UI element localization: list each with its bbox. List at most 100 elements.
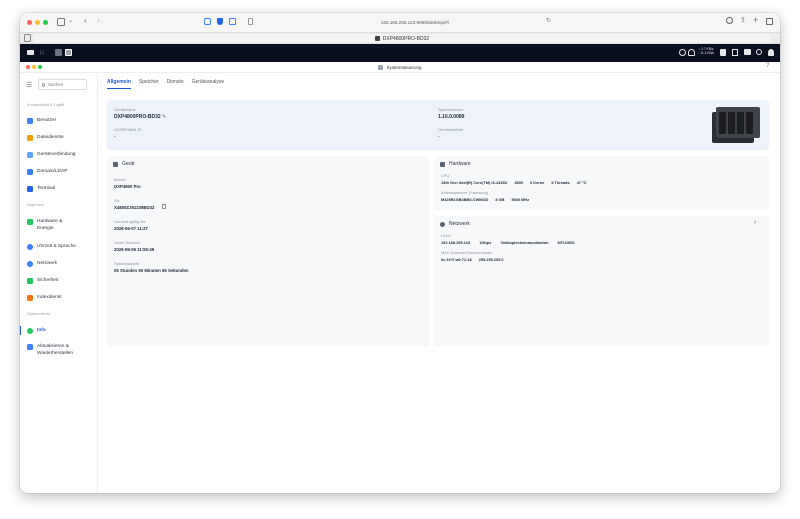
app-close-button[interactable] [26, 65, 30, 69]
close-window-button[interactable] [27, 20, 32, 25]
sidebar-group-heading: Allgemein [27, 203, 44, 207]
shield-icon [27, 277, 33, 284]
sidebar-item-benutzer[interactable]: Benutzer [27, 117, 56, 124]
cpu-cores: 6 Kerne [530, 180, 545, 185]
sidebar-item-label: Hardware & Energie [37, 219, 63, 231]
app-minimize-button[interactable] [32, 65, 36, 69]
network-speed: ↑ 2.7 KB/s ↓ 11.3 KB/s [698, 47, 714, 55]
uptime-label: Systemlaufzeit [114, 261, 140, 266]
cloud-sync-icon[interactable] [688, 49, 695, 56]
new-tab-icon[interactable]: + [753, 15, 758, 25]
sidebar-item-label: Domain/LDAP [37, 169, 68, 174]
sidebar-item-indexdienst[interactable]: Indexdienst [27, 294, 62, 301]
help-icon[interactable]: ? [766, 63, 769, 69]
message-icon[interactable] [744, 49, 751, 55]
browser-tab[interactable]: DXP4800PRO-BD32 [34, 34, 770, 43]
system-version-label: Systemversion [438, 107, 464, 112]
extension-icon[interactable] [204, 18, 211, 25]
sidebar-item-terminal[interactable]: Terminal [27, 185, 55, 192]
tab-allgemein[interactable]: Allgemein [107, 79, 131, 89]
card-title-text: Netzwerk [449, 221, 470, 227]
network-card-title: Netzwerk [440, 221, 470, 227]
shield-icon[interactable] [217, 18, 223, 25]
sidebar-item-domain-ldap[interactable]: Domain/LDAP [27, 168, 67, 175]
ram-model: M425R1GB4BB0-CWMOD [441, 197, 489, 202]
sidebar-item-label: Uhrzeit & Sprache [37, 244, 76, 249]
forward-arrow-icon[interactable]: › [97, 16, 100, 25]
search-icon[interactable] [756, 49, 762, 55]
search-box[interactable] [38, 79, 87, 90]
update-icon [27, 343, 33, 350]
sidebar-item-label: Benutzer [37, 118, 57, 123]
owner-label: Gerätebesitzer [438, 127, 464, 132]
sidebar-item-sicherheit[interactable]: Sicherheit [27, 277, 58, 284]
mtu: MTU1500 [557, 240, 575, 245]
task-manager-icon[interactable] [720, 49, 726, 56]
last-start-label: Letzte Startzeit [114, 240, 140, 245]
search-input[interactable] [48, 82, 86, 87]
notes-icon[interactable] [732, 49, 738, 56]
share-icon[interactable]: ⇪ [740, 16, 746, 24]
hardware-icon [27, 218, 33, 225]
sidebar-item-aktualisieren[interactable]: Aktualisieren & Wiederherstellen [27, 343, 95, 357]
network-icon [440, 221, 445, 227]
last-start-value: 2026-06-06 11:55:49 [114, 247, 155, 252]
sidebar-item-label: Geräteverbindung [37, 152, 76, 157]
ram-values: M425R1GB4BB0-CWMOD 8 GB 5600 MHz [441, 197, 529, 202]
tab-dienste[interactable]: Dienste [167, 79, 184, 89]
control-panel-window: Systemsteuerung ? ☰ Konnektivität & Zugr… [20, 62, 780, 493]
sidebar-item-info[interactable]: Info [27, 327, 46, 334]
search-icon [42, 82, 45, 87]
address-bar[interactable]: 192.168.255.123:9999/desktop/#/ [320, 18, 510, 26]
control-panel-taskbar-icon[interactable] [65, 49, 72, 56]
ip-address: 192.168.255.123 [441, 240, 471, 245]
model-value: DXP4800 Pro [114, 184, 141, 189]
hardware-card-title: Hardware [440, 161, 471, 167]
app-title: Systemsteuerung [386, 64, 422, 70]
network-card[interactable]: Netzwerk › LAN2 192.168.255.123 1Gbps Vo… [434, 216, 769, 346]
translate-icon[interactable] [229, 18, 236, 25]
user-icon[interactable] [768, 49, 774, 56]
chevron-right-icon[interactable]: › [754, 219, 756, 226]
app-grid-icon[interactable]: ⁙ [39, 49, 45, 57]
minimize-window-button[interactable] [35, 20, 40, 25]
sidebar-item-uhrzeit[interactable]: Uhrzeit & Sprache [27, 243, 76, 250]
chevron-down-icon[interactable]: ⌄ [68, 17, 73, 24]
zoom-window-button[interactable] [43, 20, 48, 25]
sidebar-toggle-icon[interactable] [57, 18, 65, 26]
sidebar-item-hardware[interactable]: Hardware & Energie [27, 218, 91, 232]
tab-geraeteanalyse[interactable]: Geräteanalyse [192, 79, 225, 89]
cpu-clock: 4500 [514, 180, 524, 185]
back-arrow-icon[interactable]: ‹ [84, 16, 87, 25]
model-label: Modell [114, 177, 126, 182]
copy-icon[interactable] [162, 204, 166, 209]
reload-icon[interactable]: ↻ [546, 17, 551, 24]
users-icon [27, 117, 33, 124]
sidebar-item-label: Info [37, 328, 46, 333]
tab-speicher[interactable]: Speicher [139, 79, 159, 89]
app-maximize-button[interactable] [38, 65, 42, 69]
tab-overview-icon[interactable] [766, 18, 773, 25]
sidebar-item-netzwerk[interactable]: Netzwerk [27, 260, 57, 267]
sidebar-group-heading: Systemdienst [27, 312, 50, 316]
edit-icon[interactable]: ✎ [162, 114, 166, 120]
app-titlebar: Systemsteuerung ? [20, 62, 780, 73]
owner: - [438, 134, 440, 139]
sidebar-item-dateidienste[interactable]: Dateidienste [27, 134, 64, 141]
ram-size: 8 GB [495, 197, 505, 202]
show-desktop-icon[interactable] [27, 50, 34, 55]
index-icon [27, 294, 33, 301]
sidebar-menu-icon[interactable]: ☰ [26, 81, 32, 89]
card-title-text: Gerät [122, 161, 135, 167]
file-manager-icon[interactable] [55, 49, 62, 56]
sidebar-item-label: Dateidienste [37, 135, 64, 140]
lan-label: LAN2 [441, 233, 451, 238]
page-icon[interactable] [248, 18, 253, 25]
downloads-icon[interactable] [726, 17, 733, 24]
link-icon [27, 151, 33, 158]
tab-group-icon[interactable] [24, 34, 31, 42]
sidebar-item-label: Netzwerk [37, 261, 57, 266]
sidebar-item-geraeteverbindung[interactable]: Geräteverbindung [27, 151, 75, 158]
cloud-icon[interactable] [679, 49, 686, 56]
sidebar-item-label: Aktualisieren & Wiederherstellen [37, 344, 73, 356]
